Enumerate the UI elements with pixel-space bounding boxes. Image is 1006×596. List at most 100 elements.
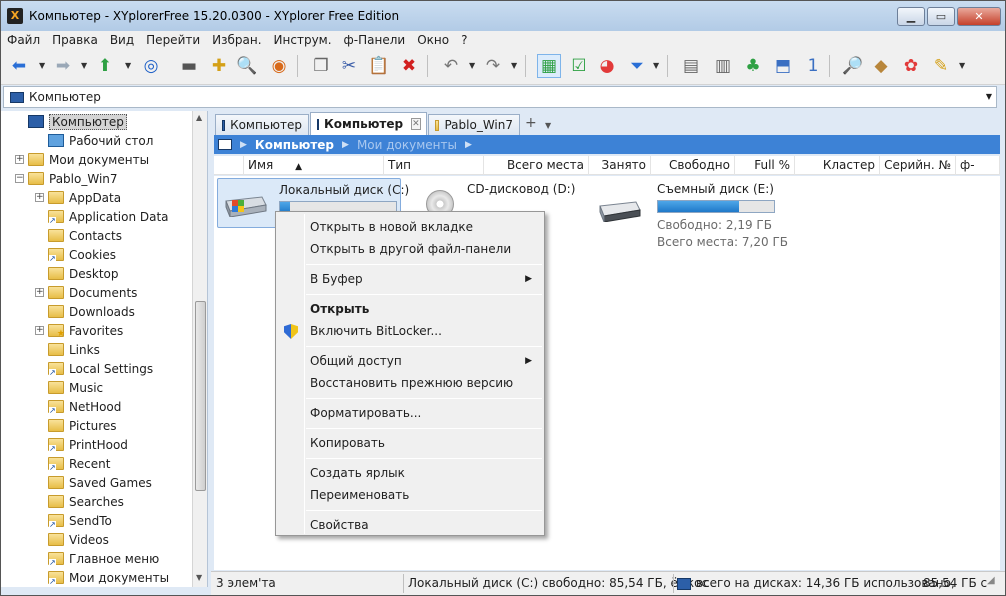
breadcrumb-child[interactable]: Мои документы bbox=[357, 138, 457, 152]
tree-item[interactable]: + Favorites bbox=[35, 321, 123, 340]
menu-open-new-tab[interactable]: Открыть в новой вкладке bbox=[278, 216, 542, 238]
back-icon[interactable]: ⬅ bbox=[7, 54, 31, 78]
tree-item[interactable]: + Мои документы bbox=[15, 150, 149, 169]
dropdown-arrow-icon[interactable]: ▼ bbox=[959, 61, 965, 70]
copy-icon[interactable]: ❐ bbox=[309, 54, 333, 78]
tree-item[interactable]: + AppData bbox=[35, 188, 121, 207]
column-total-space[interactable]: Всего места bbox=[484, 156, 589, 175]
close-button[interactable]: ✕ bbox=[957, 7, 1001, 26]
menu-edit[interactable]: Правка bbox=[46, 33, 104, 47]
target-icon[interactable]: ◎ bbox=[139, 54, 163, 78]
expander-icon[interactable]: + bbox=[15, 155, 24, 164]
up-icon[interactable]: ⬆ bbox=[93, 54, 117, 78]
tab-computer-1[interactable]: Компьютер bbox=[215, 114, 309, 135]
breadcrumb-separator-icon[interactable]: ▶ bbox=[465, 140, 472, 150]
menu-open[interactable]: Открыть bbox=[278, 298, 542, 320]
redo-icon[interactable]: ↷ bbox=[481, 54, 505, 78]
menu-rename[interactable]: Переименовать bbox=[278, 484, 542, 506]
column-full-percent[interactable]: Full % bbox=[735, 156, 795, 175]
add-tab-icon[interactable]: + bbox=[525, 115, 537, 131]
tree-scrollbar[interactable]: ▲ ▼ bbox=[192, 111, 207, 587]
menu-window[interactable]: Окно bbox=[411, 33, 455, 47]
tree-item[interactable]: + Documents bbox=[35, 283, 137, 302]
menu-help[interactable]: ? bbox=[455, 33, 473, 47]
tree-item[interactable]: − Pablo_Win7 bbox=[15, 169, 118, 188]
tab-list-dropdown-icon[interactable]: ▼ bbox=[545, 121, 551, 130]
menu-format[interactable]: Форматировать... bbox=[278, 402, 542, 424]
forward-icon[interactable]: ➡ bbox=[51, 54, 75, 78]
split-icon[interactable]: ⬒ bbox=[771, 54, 795, 78]
column-type[interactable]: Тип bbox=[384, 156, 484, 175]
menu-restore-previous[interactable]: Восстановить прежнюю версию bbox=[278, 372, 542, 394]
tree-item[interactable]: Searches bbox=[35, 492, 124, 511]
column-serial[interactable]: Серийн. № bbox=[880, 156, 956, 175]
drive-icon[interactable]: ▬ bbox=[177, 54, 201, 78]
tree-item[interactable]: Компьютер bbox=[15, 112, 127, 131]
tree-item[interactable]: Recent bbox=[35, 454, 110, 473]
tree-item[interactable]: Application Data bbox=[35, 207, 169, 226]
tree-item[interactable]: Links bbox=[35, 340, 100, 359]
drive-e[interactable]: Съемный диск (E:) Свободно: 2,19 ГБ Всег… bbox=[594, 178, 794, 250]
tab-computer-active[interactable]: Компьютер ✕ bbox=[310, 112, 427, 135]
undo-icon[interactable]: ↶ bbox=[439, 54, 463, 78]
column-filesystem[interactable]: ф-Сист bbox=[956, 156, 1000, 191]
menu-to-clipboard[interactable]: В Буфер ▶ bbox=[278, 268, 542, 290]
expander-icon[interactable]: + bbox=[35, 193, 44, 202]
search-icon[interactable]: 🔎 bbox=[841, 54, 865, 78]
tree-item[interactable]: PrintHood bbox=[35, 435, 128, 454]
tree-item[interactable]: Pictures bbox=[35, 416, 117, 435]
breadcrumb-separator-icon[interactable]: ▶ bbox=[240, 140, 247, 150]
chart-icon[interactable]: ◕ bbox=[595, 54, 619, 78]
dropdown-arrow-icon[interactable]: ▼ bbox=[125, 61, 131, 70]
address-value[interactable]: Компьютер bbox=[29, 90, 101, 104]
tree-item[interactable]: Saved Games bbox=[35, 473, 152, 492]
tree-item[interactable]: Мои документы bbox=[35, 568, 169, 587]
scrollbar-thumb[interactable] bbox=[195, 301, 206, 491]
tree-item[interactable]: SendTo bbox=[35, 511, 112, 530]
history-icon[interactable]: ◉ bbox=[267, 54, 291, 78]
tree-item[interactable]: Cookies bbox=[35, 245, 116, 264]
tab-close-icon[interactable]: ✕ bbox=[411, 118, 421, 130]
column-name[interactable]: Имя ▲ bbox=[244, 156, 384, 175]
address-bar[interactable]: Компьютер ▼ bbox=[3, 86, 997, 108]
tree-item[interactable]: Рабочий стол bbox=[35, 131, 153, 150]
menu-tools[interactable]: Инструм. bbox=[268, 33, 338, 47]
branch-icon[interactable]: ♣ bbox=[741, 54, 765, 78]
find-icon[interactable]: 🔍 bbox=[235, 54, 259, 78]
column-free[interactable]: Свободно bbox=[651, 156, 735, 175]
tree-item[interactable]: Главное меню bbox=[35, 549, 159, 568]
dropdown-arrow-icon[interactable]: ▼ bbox=[511, 61, 517, 70]
menu-panes[interactable]: ф-Панели bbox=[338, 33, 412, 47]
expander-icon[interactable]: + bbox=[35, 288, 44, 297]
single-pane-icon[interactable]: 1 bbox=[801, 54, 825, 78]
scroll-up-icon[interactable]: ▲ bbox=[196, 113, 202, 122]
menu-file[interactable]: Файл bbox=[1, 33, 46, 47]
dropdown-arrow-icon[interactable]: ▼ bbox=[653, 61, 659, 70]
tree-item[interactable]: Desktop bbox=[35, 264, 119, 283]
menu-enable-bitlocker[interactable]: Включить BitLocker... bbox=[278, 320, 542, 342]
menu-go[interactable]: Перейти bbox=[140, 33, 206, 47]
expander-icon[interactable]: + bbox=[35, 326, 44, 335]
menu-properties[interactable]: Свойства bbox=[278, 514, 542, 536]
tree-item[interactable]: Downloads bbox=[35, 302, 135, 321]
tag-icon[interactable]: ◆ bbox=[869, 54, 893, 78]
delete-icon[interactable]: ✖ bbox=[397, 54, 421, 78]
new-folder-icon[interactable]: ✚ bbox=[207, 54, 231, 78]
menu-sharing[interactable]: Общий доступ ▶ bbox=[278, 350, 542, 372]
expander-icon[interactable]: − bbox=[15, 174, 24, 183]
tree-item[interactable]: Local Settings bbox=[35, 359, 153, 378]
filter-icon[interactable]: ⏷ bbox=[625, 54, 649, 78]
menu-create-shortcut[interactable]: Создать ярлык bbox=[278, 462, 542, 484]
breadcrumb-separator-icon[interactable]: ▶ bbox=[342, 140, 349, 150]
tree-item[interactable]: NetHood bbox=[35, 397, 121, 416]
color-icon[interactable]: ✿ bbox=[899, 54, 923, 78]
cut-icon[interactable]: ✂ bbox=[337, 54, 361, 78]
paste-icon[interactable]: 📋 bbox=[367, 54, 391, 78]
column-used[interactable]: Занято bbox=[589, 156, 651, 175]
layout-icon[interactable]: ▤ bbox=[679, 54, 703, 78]
tree-item[interactable]: Music bbox=[35, 378, 103, 397]
tree-item[interactable]: Contacts bbox=[35, 226, 122, 245]
details-icon[interactable]: ▥ bbox=[711, 54, 735, 78]
address-dropdown-icon[interactable]: ▼ bbox=[986, 92, 992, 101]
dropdown-arrow-icon[interactable]: ▼ bbox=[469, 61, 475, 70]
